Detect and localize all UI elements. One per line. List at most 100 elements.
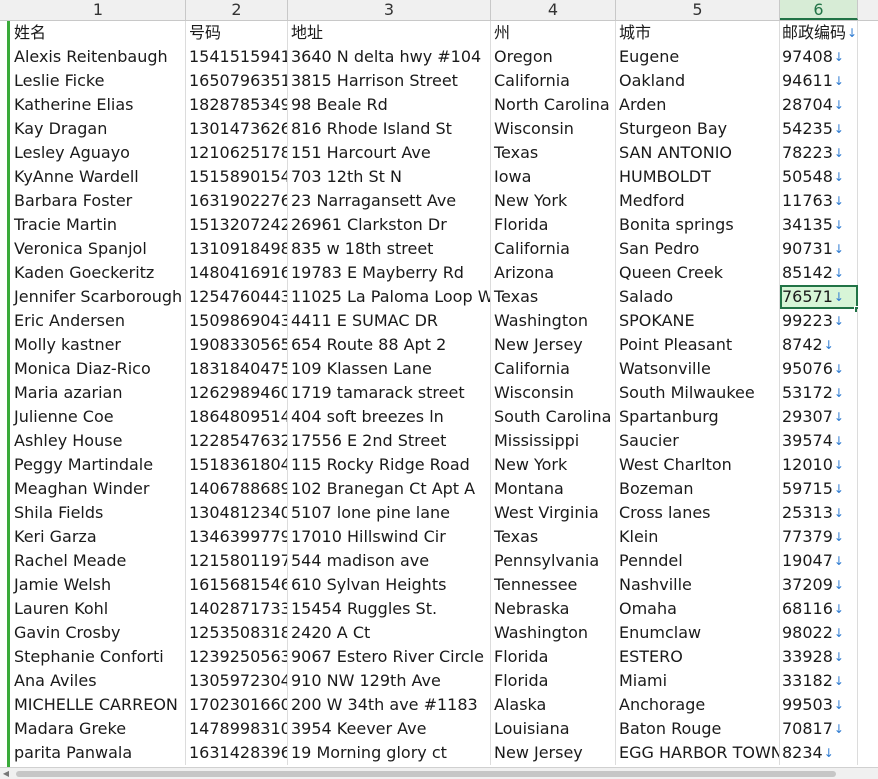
- cell-zip[interactable]: 99223↓: [780, 309, 858, 333]
- cell-zip[interactable]: 98022↓: [780, 621, 858, 645]
- cell-zip[interactable]: 12010↓: [780, 453, 858, 477]
- cell-zip[interactable]: 11763↓: [780, 189, 858, 213]
- cell-address[interactable]: 3954 Keever Ave: [288, 717, 491, 741]
- cell-address[interactable]: 151 Harcourt Ave: [288, 141, 491, 165]
- cell-address[interactable]: 17556 E 2nd Street: [288, 429, 491, 453]
- cell-address[interactable]: 17010 Hillswind Cir: [288, 525, 491, 549]
- scroll-left-arrow-icon[interactable]: ◀: [0, 768, 12, 779]
- cell-state[interactable]: Florida: [491, 669, 616, 693]
- cell-city[interactable]: SPOKANE: [616, 309, 780, 333]
- cell-city[interactable]: Bonita springs: [616, 213, 780, 237]
- cell-state[interactable]: Alaska: [491, 693, 616, 717]
- cell-city[interactable]: Saucier: [616, 429, 780, 453]
- cell-address[interactable]: 1719 tamarack street: [288, 381, 491, 405]
- cell-name[interactable]: MICHELLE CARREON: [11, 693, 186, 717]
- cell-state[interactable]: Texas: [491, 285, 616, 309]
- cell-address[interactable]: 404 soft breezes ln: [288, 405, 491, 429]
- cell-city[interactable]: Watsonville: [616, 357, 780, 381]
- cell-phone[interactable]: 12392505637: [186, 645, 288, 669]
- cell-state[interactable]: Washington: [491, 621, 616, 645]
- cell-phone[interactable]: 14067886895: [186, 477, 288, 501]
- cell-name[interactable]: Veronica Spanjol: [11, 237, 186, 261]
- cell-state[interactable]: New York: [491, 453, 616, 477]
- cell-phone[interactable]: 13048123405: [186, 501, 288, 525]
- cell-address[interactable]: 98 Beale Rd: [288, 93, 491, 117]
- cell-city[interactable]: Queen Creek: [616, 261, 780, 285]
- cell-city[interactable]: HUMBOLDT: [616, 165, 780, 189]
- cell-state[interactable]: Arizona: [491, 261, 616, 285]
- cell-zip[interactable]: 77379↓: [780, 525, 858, 549]
- cell-city[interactable]: Anchorage: [616, 693, 780, 717]
- cell-name[interactable]: Jamie Welsh: [11, 573, 186, 597]
- cell-address[interactable]: 544 madison ave: [288, 549, 491, 573]
- cell-name[interactable]: Kaden Goeckeritz: [11, 261, 186, 285]
- cell-state[interactable]: Florida: [491, 213, 616, 237]
- column-header-6[interactable]: 6: [780, 0, 858, 20]
- cell-phone[interactable]: 18648095144: [186, 405, 288, 429]
- cell-city[interactable]: Bozeman: [616, 477, 780, 501]
- cell-phone[interactable]: 12547604436: [186, 285, 288, 309]
- cell-name[interactable]: Tracie Martin: [11, 213, 186, 237]
- cell-name[interactable]: Madara Greke: [11, 717, 186, 741]
- cell-city[interactable]: Cross lanes: [616, 501, 780, 525]
- cell-city[interactable]: Oakland: [616, 69, 780, 93]
- cell-city[interactable]: Enumclaw: [616, 621, 780, 645]
- cell-name[interactable]: Jennifer Scarborough: [11, 285, 186, 309]
- cell-state[interactable]: California: [491, 237, 616, 261]
- cell-name[interactable]: Shila Fields: [11, 501, 186, 525]
- cell-zip[interactable]: 95076↓: [780, 357, 858, 381]
- cell-address[interactable]: 109 Klassen Lane: [288, 357, 491, 381]
- cell-phone[interactable]: 12535083185: [186, 621, 288, 645]
- cell-phone[interactable]: 12106251781: [186, 141, 288, 165]
- cell-state[interactable]: Iowa: [491, 165, 616, 189]
- cell-phone[interactable]: 14804169166: [186, 261, 288, 285]
- cell-city[interactable]: Klein: [616, 525, 780, 549]
- cell-name[interactable]: Julienne Coe: [11, 405, 186, 429]
- cell-city[interactable]: Eugene: [616, 45, 780, 69]
- cell-phone[interactable]: 19083305659: [186, 333, 288, 357]
- cell-state[interactable]: North Carolina: [491, 93, 616, 117]
- cell-name[interactable]: Alexis Reitenbaugh: [11, 45, 186, 69]
- cell-zip[interactable]: 90731↓: [780, 237, 858, 261]
- cell-address[interactable]: 4411 E SUMAC DR: [288, 309, 491, 333]
- scrollbar-thumb[interactable]: [16, 771, 836, 777]
- cell-header-state[interactable]: 州: [491, 21, 616, 45]
- cell-state[interactable]: Nebraska: [491, 597, 616, 621]
- cell-state[interactable]: Wisconsin: [491, 117, 616, 141]
- cell-header-zip[interactable]: 邮政编码↓: [780, 21, 858, 45]
- cell-phone[interactable]: 15158901541: [186, 165, 288, 189]
- cell-phone[interactable]: 15132072421: [186, 213, 288, 237]
- cell-city[interactable]: SAN ANTONIO: [616, 141, 780, 165]
- cell-state[interactable]: California: [491, 357, 616, 381]
- cell-name[interactable]: parita Panwala: [11, 741, 186, 765]
- cell-city[interactable]: Nashville: [616, 573, 780, 597]
- cell-state[interactable]: New York: [491, 189, 616, 213]
- cell-zip[interactable]: 54235↓: [780, 117, 858, 141]
- cell-city[interactable]: Salado: [616, 285, 780, 309]
- cell-zip[interactable]: 37209↓: [780, 573, 858, 597]
- cell-city[interactable]: San Pedro: [616, 237, 780, 261]
- cell-address[interactable]: 23 Narragansett Ave: [288, 189, 491, 213]
- cell-phone[interactable]: 16156815463: [186, 573, 288, 597]
- cell-phone[interactable]: 12285476321: [186, 429, 288, 453]
- cell-zip[interactable]: 94611↓: [780, 69, 858, 93]
- cell-name[interactable]: Lesley Aguayo: [11, 141, 186, 165]
- cell-zip[interactable]: 34135↓: [780, 213, 858, 237]
- cell-phone[interactable]: 15098690433: [186, 309, 288, 333]
- cell-state[interactable]: Wisconsin: [491, 381, 616, 405]
- cell-state[interactable]: Pennsylvania: [491, 549, 616, 573]
- cell-address[interactable]: 115 Rocky Ridge Road: [288, 453, 491, 477]
- cell-address[interactable]: 654 Route 88 Apt 2: [288, 333, 491, 357]
- cell-address[interactable]: 703 12th St N: [288, 165, 491, 189]
- cell-zip[interactable]: 78223↓: [780, 141, 858, 165]
- cell-zip[interactable]: 50548↓: [780, 165, 858, 189]
- cell-zip[interactable]: 19047↓: [780, 549, 858, 573]
- cell-phone[interactable]: 15183618045: [186, 453, 288, 477]
- cell-address[interactable]: 5107 lone pine lane: [288, 501, 491, 525]
- cell-city[interactable]: Arden: [616, 93, 780, 117]
- cell-address[interactable]: 910 NW 129th Ave: [288, 669, 491, 693]
- cell-phone[interactable]: 15415159413: [186, 45, 288, 69]
- spreadsheet[interactable]: 1 2 3 4 5 6 姓名 号码 地址 州 城市 邮政编码↓ Alexis R…: [0, 0, 878, 779]
- cell-state[interactable]: Louisiana: [491, 717, 616, 741]
- cell-phone[interactable]: 17023016602: [186, 693, 288, 717]
